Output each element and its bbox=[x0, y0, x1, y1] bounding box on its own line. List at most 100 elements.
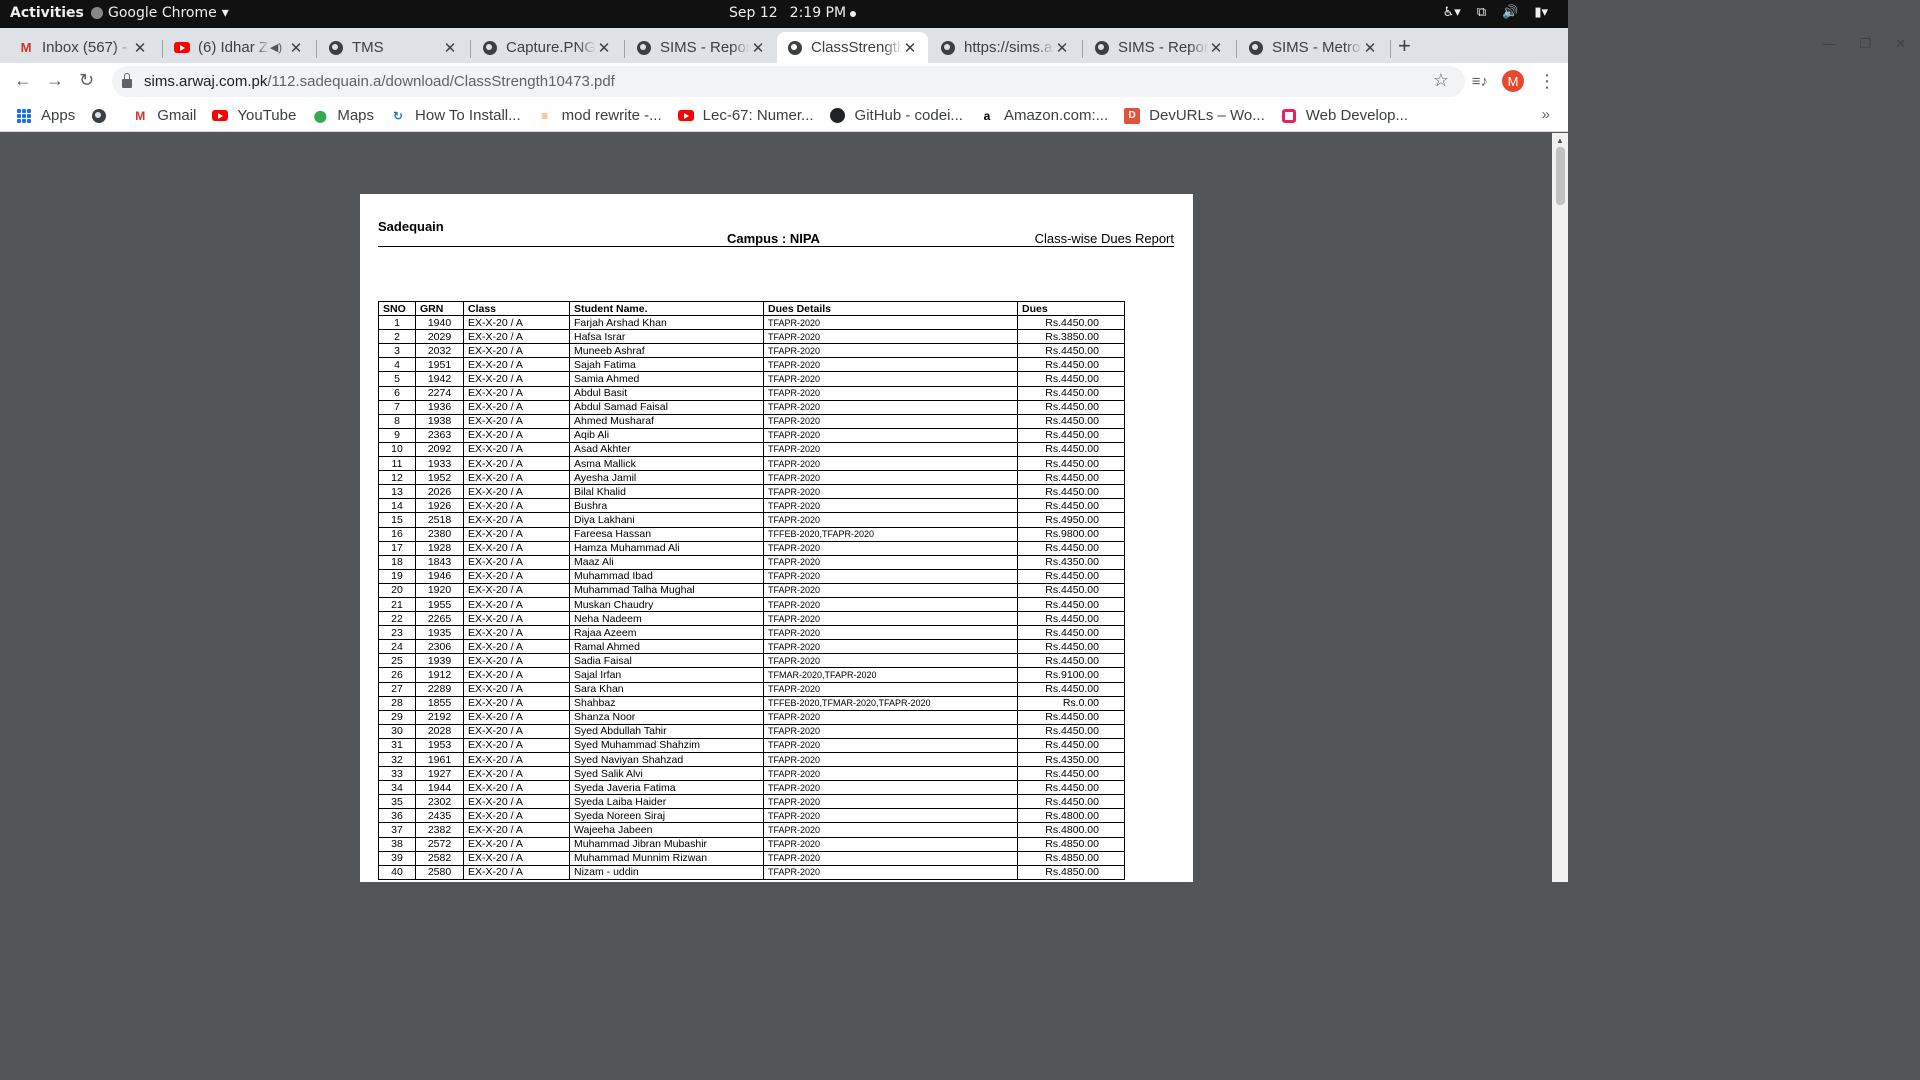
address-bar[interactable]: sims.arwaj.com.pk/112.sadequain.a/downlo… bbox=[112, 66, 1465, 97]
viewer-scrollbar[interactable]: ▲ bbox=[1552, 133, 1568, 882]
tab-strip: M Inbox (567) - ✕ (6) Idhar Z ◀) ✕ TMS ✕… bbox=[0, 28, 1568, 63]
bookmark-apps[interactable]: Apps bbox=[16, 107, 75, 124]
system-tray[interactable]: ♿▾ ⧉ 🔊 ▮▾ bbox=[1443, 5, 1548, 20]
bookmark-youtube[interactable]: YouTube bbox=[212, 107, 296, 124]
cell-grn: 1843 bbox=[415, 554, 464, 570]
cell-class: EX-X-20 / A bbox=[463, 596, 570, 613]
bookmark-lec67[interactable]: Lec-67: Numer... bbox=[677, 107, 814, 124]
restore-icon[interactable]: ❐ bbox=[1859, 36, 1871, 52]
bookmark-gmail[interactable]: M Gmail bbox=[132, 107, 196, 124]
cell-student-name: Ayesha Jamil bbox=[569, 470, 764, 486]
bookmark-label: GitHub - codei... bbox=[854, 107, 963, 124]
col-header-dues-details: Dues Details bbox=[763, 300, 1018, 317]
avatar[interactable]: M bbox=[1502, 70, 1524, 92]
cell-dues: Rs.4450.00 bbox=[1017, 709, 1125, 725]
cell-dues: Rs.0.00 bbox=[1017, 695, 1125, 711]
new-tab-button[interactable]: + bbox=[1398, 33, 1411, 59]
table-row: 11 1933 EX-X-20 / A Asma Mallick TFAPR-2020 R… bbox=[378, 456, 1125, 472]
cell-grn: 2029 bbox=[415, 329, 464, 345]
cell-dues-details: TFAPR-2020 bbox=[763, 582, 1018, 598]
cell-grn: 1855 bbox=[415, 695, 464, 711]
close-icon[interactable]: ✕ bbox=[1208, 39, 1224, 57]
table-row: 40 2580 EX-X-20 / A Nizam - uddin TFAPR-2020… bbox=[378, 864, 1125, 880]
cell-dues: Rs.4800.00 bbox=[1017, 808, 1125, 824]
cell-grn: 2289 bbox=[415, 681, 464, 697]
cell-sno: 19 bbox=[378, 568, 416, 584]
cell-grn: 1926 bbox=[415, 498, 464, 514]
pdf-viewer[interactable]: Sadequain Campus : NIPA Class-wise Dues … bbox=[0, 133, 1552, 882]
scrollbar-thumb[interactable] bbox=[1556, 147, 1565, 205]
cell-grn: 2302 bbox=[415, 794, 464, 810]
close-icon[interactable]: ✕ bbox=[596, 39, 612, 57]
table-row: 10 2092 EX-X-20 / A Asad Akhter TFAPR-2020 Rs… bbox=[378, 441, 1125, 458]
close-window-icon[interactable]: ✕ bbox=[1895, 36, 1906, 52]
cell-student-name: Ahmed Musharaf bbox=[569, 413, 764, 429]
back-arrow-icon[interactable]: ← bbox=[14, 70, 32, 91]
scroll-up-icon[interactable]: ▲ bbox=[1556, 136, 1564, 145]
cell-student-name: Syed Abdullah Tahir bbox=[569, 723, 764, 739]
cell-dues-details: TFAPR-2020 bbox=[763, 709, 1018, 725]
table-row: 25 1939 EX-X-20 / A Sadia Faisal TFAPR-2020 R… bbox=[378, 653, 1125, 669]
activities-button[interactable]: Activities bbox=[10, 5, 84, 21]
table-row: 16 2380 EX-X-20 / A Fareesa Hassan TFFEB-202… bbox=[378, 526, 1125, 542]
bookmark-label: DevURLs – Wo... bbox=[1149, 107, 1265, 124]
cell-class: EX-X-20 / A bbox=[463, 526, 570, 542]
tab-sims-metro[interactable]: SIMS - Metro ✕ bbox=[1238, 32, 1388, 63]
devurls-icon: D bbox=[1124, 107, 1141, 124]
cell-class: EX-X-20 / A bbox=[463, 470, 570, 486]
cell-sno: 8 bbox=[378, 413, 416, 429]
minimize-icon[interactable]: — bbox=[1822, 36, 1835, 52]
close-icon[interactable]: ✕ bbox=[902, 39, 918, 57]
bookmark-how-to-install[interactable]: ↻ How To Install... bbox=[390, 107, 521, 124]
accessibility-icon[interactable]: ♿▾ bbox=[1443, 5, 1461, 20]
bookmark-amazon[interactable]: a Amazon.com:... bbox=[979, 107, 1109, 124]
close-icon[interactable]: ✕ bbox=[442, 39, 458, 57]
bookmark-web-develop[interactable]: Web Develop... bbox=[1281, 107, 1408, 124]
tab-sims-report[interactable]: SIMS - Report ✕ bbox=[626, 32, 776, 63]
menu-kebab-icon[interactable]: ⋮ bbox=[1538, 71, 1556, 92]
table-row: 12 1952 EX-X-20 / A Ayesha Jamil TFAPR-2020 R… bbox=[378, 470, 1125, 486]
cell-sno: 9 bbox=[378, 427, 416, 443]
audio-icon[interactable]: ◀) bbox=[270, 41, 282, 54]
globe-icon bbox=[1094, 40, 1110, 56]
tab-classstrength[interactable]: ClassStrength ✕ bbox=[777, 32, 928, 63]
clock[interactable]: Sep 12 2:19 PM bbox=[729, 5, 857, 21]
cell-sno: 24 bbox=[378, 639, 416, 655]
bookmark-maps[interactable]: ⬤ Maps bbox=[312, 107, 374, 124]
tab-capture[interactable]: Capture.PNG ✕ bbox=[472, 32, 622, 63]
tab-inbox[interactable]: M Inbox (567) - ✕ bbox=[8, 32, 158, 63]
tab-youtube[interactable]: (6) Idhar Z ◀) ✕ bbox=[164, 32, 314, 63]
bookmark-label: mod rewrite -... bbox=[561, 107, 662, 124]
bookmark-github[interactable]: GitHub - codei... bbox=[830, 107, 963, 124]
cell-sno: 4 bbox=[378, 357, 416, 373]
cell-class: EX-X-20 / A bbox=[463, 582, 570, 598]
cell-student-name: Sajah Fatima bbox=[569, 357, 764, 373]
tab-sims-url[interactable]: https://sims.a ✕ bbox=[930, 32, 1080, 63]
tab-sims-report-2[interactable]: SIMS - Report ✕ bbox=[1084, 32, 1234, 63]
close-icon[interactable]: ✕ bbox=[1362, 39, 1378, 57]
close-icon[interactable]: ✕ bbox=[750, 39, 766, 57]
bookmark-star-icon[interactable]: ☆ bbox=[1433, 70, 1449, 91]
media-control-icon[interactable]: ≡♪ bbox=[1472, 73, 1488, 90]
forward-arrow-icon[interactable]: → bbox=[46, 70, 64, 91]
cell-class: EX-X-20 / A bbox=[463, 498, 570, 514]
reload-icon[interactable]: ↻ bbox=[79, 70, 94, 91]
bookmarks-overflow-icon[interactable]: » bbox=[1542, 106, 1550, 123]
table-row: 15 2518 EX-X-20 / A Diya Lakhani TFAPR-2020 R… bbox=[378, 512, 1125, 528]
cell-dues: Rs.4850.00 bbox=[1017, 850, 1125, 866]
bookmark-mod-rewrite[interactable]: ≡ mod rewrite -... bbox=[537, 107, 662, 124]
tab-tms[interactable]: TMS ✕ bbox=[318, 32, 468, 63]
bookmark-globe[interactable] bbox=[91, 108, 116, 124]
close-icon[interactable]: ✕ bbox=[132, 39, 148, 57]
cell-dues-details: TFAPR-2020 bbox=[763, 780, 1018, 796]
amazon-icon: a bbox=[983, 108, 991, 123]
app-menu[interactable]: Google Chrome ▾ bbox=[91, 5, 229, 21]
cell-sno: 3 bbox=[378, 343, 416, 359]
cell-dues: Rs.9100.00 bbox=[1017, 667, 1125, 683]
cell-dues-details: TFAPR-2020 bbox=[763, 568, 1018, 584]
close-icon[interactable]: ✕ bbox=[288, 39, 304, 57]
table-row: 29 2192 EX-X-20 / A Shanza Noor TFAPR-2020 Rs… bbox=[378, 709, 1125, 725]
close-icon[interactable]: ✕ bbox=[1054, 39, 1070, 57]
lock-icon[interactable] bbox=[122, 73, 132, 88]
bookmark-devurls[interactable]: D DevURLs – Wo... bbox=[1124, 107, 1265, 124]
